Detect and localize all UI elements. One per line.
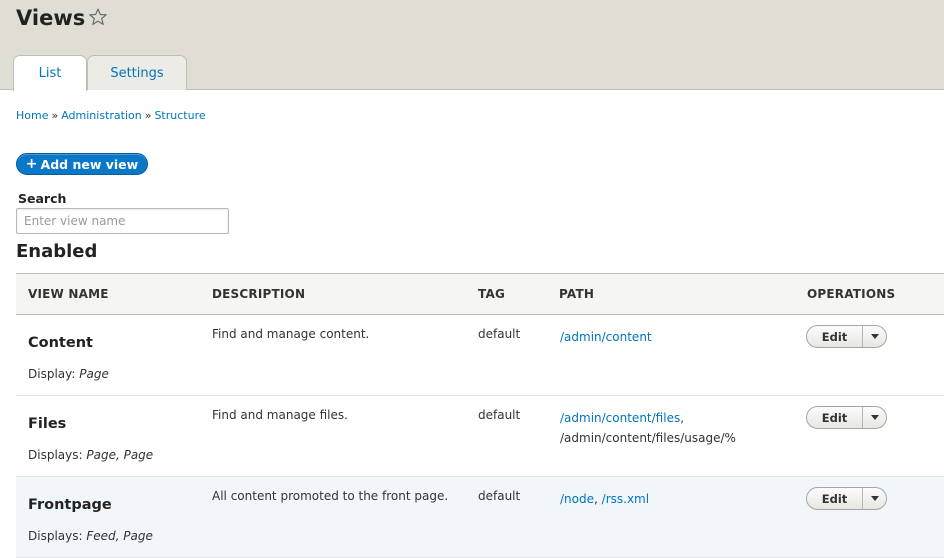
view-description: Find and manage files. (212, 408, 348, 422)
edit-button[interactable]: Edit (807, 488, 863, 509)
search-label: Search (18, 191, 67, 206)
view-displays: Displays: Page, Page (28, 448, 153, 462)
table-row: Files Displays: Page, Page Find and mana… (16, 396, 944, 477)
column-path: PATH (559, 287, 595, 301)
path-separator: , (680, 411, 685, 425)
path-separator: , (594, 492, 598, 506)
caret-down-icon (870, 334, 879, 339)
view-tag: default (478, 489, 521, 503)
operations-toggle[interactable] (863, 326, 886, 347)
operations-dropbutton: Edit (806, 487, 887, 510)
column-operations: OPERATIONS (807, 287, 896, 301)
displays-label: Display: (28, 367, 76, 381)
path-link[interactable]: /admin/content (560, 330, 652, 344)
path-link[interactable]: /node (560, 492, 594, 506)
table-header: VIEW NAME DESCRIPTION TAG PATH OPERATION… (16, 273, 944, 315)
views-table: VIEW NAME DESCRIPTION TAG PATH OPERATION… (16, 273, 944, 558)
displays-value: Page (79, 367, 109, 381)
path-text: /admin/content/files/usage/% (560, 431, 736, 445)
page-title: Views (16, 6, 86, 30)
operations-toggle[interactable] (863, 488, 886, 509)
path-link[interactable]: /admin/content/files (560, 411, 680, 425)
search-input[interactable] (16, 208, 229, 234)
column-tag: TAG (478, 287, 505, 301)
add-new-view-label: Add new view (40, 156, 139, 172)
path-link[interactable]: /rss.xml (602, 492, 649, 506)
breadcrumb: Home» Administration» Structure (16, 109, 206, 122)
operations-dropbutton: Edit (806, 406, 887, 429)
view-path: /admin/content/files, /admin/content/fil… (560, 408, 736, 448)
view-description: All content promoted to the front page. (212, 489, 449, 503)
column-view-name: VIEW NAME (28, 287, 109, 301)
tab-settings[interactable]: Settings (87, 55, 187, 90)
caret-down-icon (870, 415, 879, 420)
displays-value: Feed, Page (86, 529, 153, 543)
displays-label: Displays: (28, 448, 83, 462)
view-path: /node, /rss.xml (560, 489, 649, 509)
star-outline-icon[interactable] (88, 7, 108, 27)
view-name: Files (28, 416, 67, 432)
breadcrumb-administration[interactable]: Administration (61, 109, 142, 122)
add-new-view-button[interactable]: + Add new view (16, 153, 148, 175)
breadcrumb-structure[interactable]: Structure (154, 109, 205, 122)
view-tag: default (478, 408, 521, 422)
operations-toggle[interactable] (863, 407, 886, 428)
view-name: Frontpage (28, 497, 112, 513)
tab-list[interactable]: List (13, 55, 87, 91)
table-row: Frontpage Displays: Feed, Page All conte… (16, 477, 944, 558)
view-tag: default (478, 327, 521, 341)
edit-button[interactable]: Edit (807, 407, 863, 428)
displays-label: Displays: (28, 529, 83, 543)
view-name: Content (28, 335, 93, 351)
displays-value: Page, Page (86, 448, 154, 462)
plus-icon: + (25, 156, 38, 172)
caret-down-icon (870, 496, 879, 501)
view-description: Find and manage content. (212, 327, 370, 341)
enabled-heading: Enabled (16, 241, 98, 262)
table-row: Content Display: Page Find and manage co… (16, 315, 944, 396)
breadcrumb-separator: » (51, 109, 59, 122)
edit-button[interactable]: Edit (807, 326, 863, 347)
view-path: /admin/content (560, 327, 652, 347)
operations-dropbutton: Edit (806, 325, 887, 348)
page-header: Views List Settings (0, 0, 944, 91)
column-description: DESCRIPTION (212, 287, 306, 301)
breadcrumb-separator: » (144, 109, 152, 122)
view-displays: Display: Page (28, 367, 109, 381)
view-displays: Displays: Feed, Page (28, 529, 153, 543)
breadcrumb-home[interactable]: Home (16, 109, 48, 122)
